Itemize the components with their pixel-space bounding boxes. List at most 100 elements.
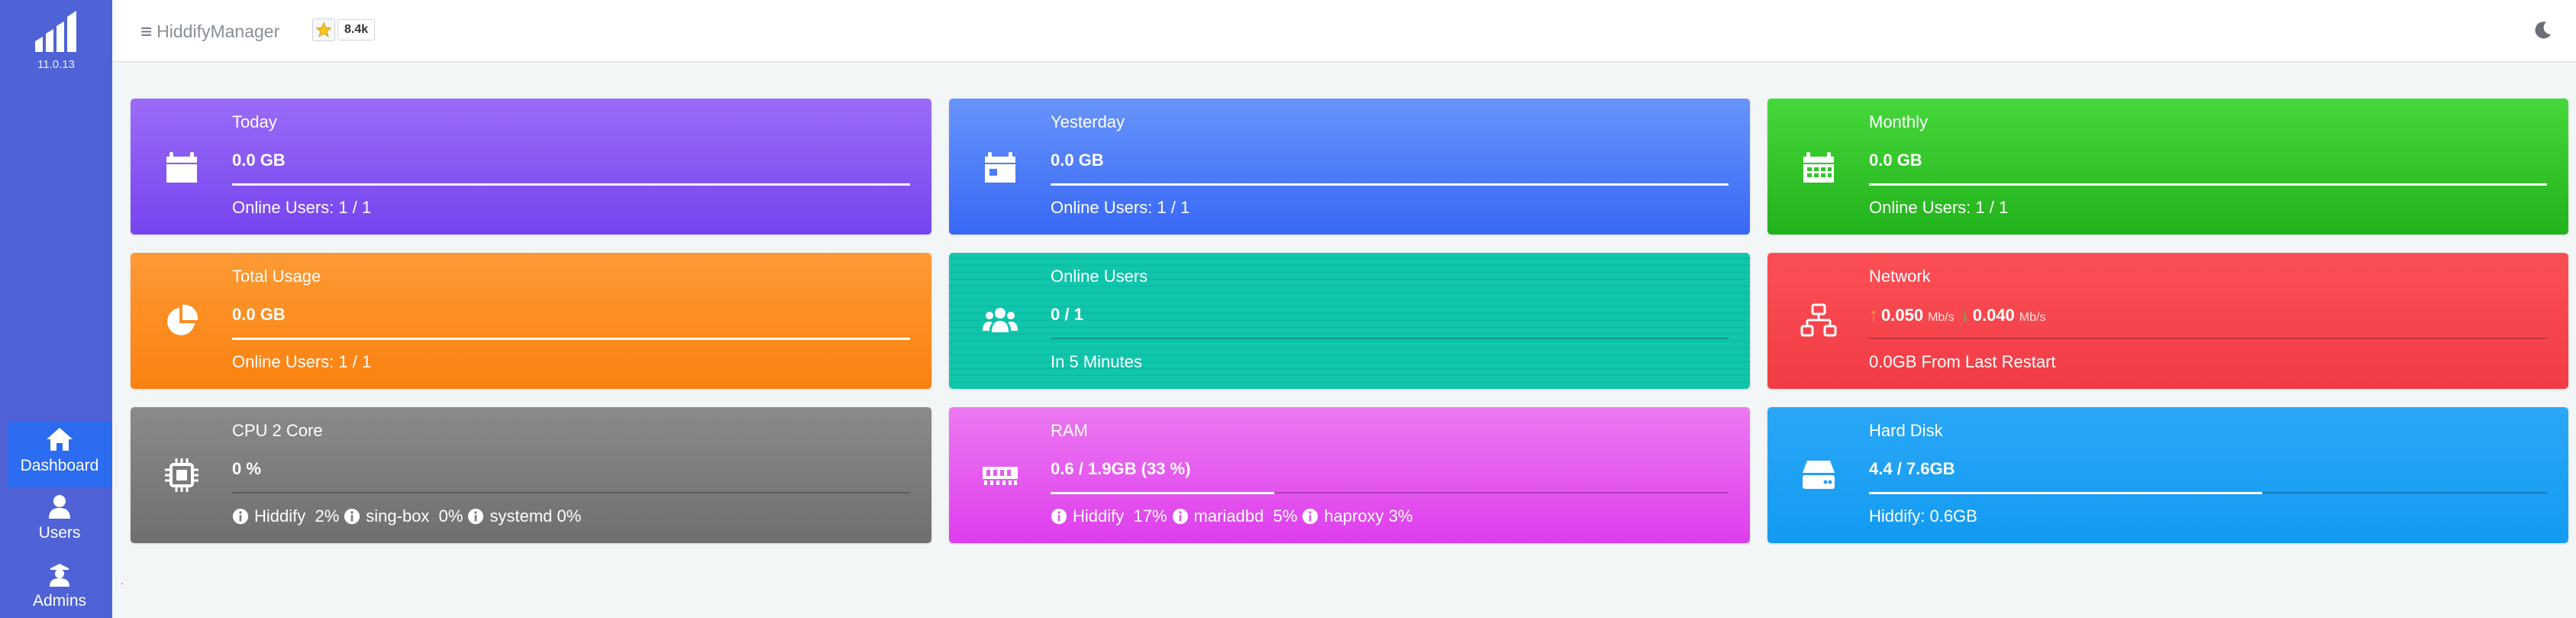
usage-progress-bar [1051,338,1729,339]
process-name: systemd [489,506,553,526]
card-value: 0 % [232,459,261,478]
usage-progress-bar [232,338,910,340]
info-icon [232,508,249,525]
ram-card[interactable]: RAM 0.6 / 1.9GB (33 %) Hiddify 17% maria… [949,407,1750,543]
usage-progress-bar [1869,338,2547,339]
hard-drive-icon [1803,461,1835,489]
card-value: 0.6 / 1.9GB (33 %) [1051,459,1191,478]
process-item: mariadbd 5% [1172,506,1298,526]
info-icon [1051,508,1067,525]
process-item: Hiddify 2% [232,506,339,526]
download-unit: Mb/s [2019,311,2046,324]
usage-progress-bar [1869,492,2547,494]
hamburger-icon[interactable]: ≡ [140,20,152,44]
card-title: Total Usage [232,267,321,286]
usage-progress-bar [1051,492,1729,494]
calendar-icon [985,152,1015,183]
calendar-month-icon [1803,152,1834,183]
process-item: Hiddify 17% [1051,506,1167,526]
monthly-usage-card[interactable]: Monthly 0.0 GB Online Users: 1 / 1 [1767,99,2568,235]
network-icon [1800,303,1837,337]
download-speed: ↓ 0.040 Mb/s [1961,305,2046,326]
card-value: 0.0 GB [1869,150,1922,170]
home-icon [47,428,73,451]
usage-progress-bar [232,492,910,493]
app-version: 11.0.13 [37,58,75,71]
card-footer: Hiddify: 0.6GB [1869,506,1977,526]
cpu-icon [165,458,199,492]
admin-icon [50,564,69,587]
sidebar-item-admins[interactable]: Admins [8,558,111,618]
sidebar-item-label: Users [38,524,81,542]
info-icon [1172,508,1188,525]
card-footer: Online Users: 1 / 1 [1051,198,1190,217]
sidebar-item-users[interactable]: Users [8,490,111,556]
process-usage: 3% [1388,506,1413,526]
process-name: haproxy [1324,506,1384,526]
card-value: 0.0 GB [1051,150,1104,170]
process-item: haproxy 3% [1302,506,1412,526]
usage-progress-bar [1051,183,1729,186]
usage-progress-bar [1869,183,2547,186]
process-item: systemd 0% [467,506,581,526]
process-item: sing-box 0% [344,506,463,526]
card-value: 4.4 / 7.6GB [1869,459,1955,478]
online-users-card[interactable]: Online Users 0 / 1 In 5 Minutes [949,253,1750,389]
card-footer: Online Users: 1 / 1 [232,352,372,371]
card-title: Yesterday [1051,112,1125,131]
sidebar-item-dashboard[interactable]: Dashboard [8,422,111,487]
process-usage: 0% [438,506,463,526]
hard-disk-card[interactable]: Hard Disk 4.4 / 7.6GB Hiddify: 0.6GB [1767,407,2568,543]
process-list: Hiddify 17% mariadbd 5% haproxy 3% [1051,506,1417,526]
sidebar: 11.0.13 Dashboard Users Admins [0,0,112,618]
github-star-badge[interactable]: 8.4k [312,18,376,41]
process-name: Hiddify [254,506,306,526]
card-footer: Online Users: 1 / 1 [232,198,372,217]
yesterday-usage-card[interactable]: Yesterday 0.0 GB Online Users: 1 / 1 [949,99,1750,235]
download-value: 0.040 [1972,306,2015,325]
info-icon [1303,508,1319,525]
process-list: Hiddify 2% sing-box 0% systemd 0% [232,506,586,526]
today-usage-card[interactable]: Today 0.0 GB Online Users: 1 / 1 [131,99,931,235]
card-footer: Online Users: 1 / 1 [1869,198,2009,217]
network-speed: ↑ 0.050 Mb/s ↓ 0.040 Mb/s [1869,305,2051,326]
upload-speed: ↑ 0.050 Mb/s [1869,305,1955,326]
card-title: CPU 2 Core [232,421,323,440]
process-name: sing-box [366,506,430,526]
network-card[interactable]: Network ↑ 0.050 Mb/s ↓ 0.040 Mb/s 0.0GB … [1767,253,2568,389]
upload-unit: Mb/s [1928,311,1955,324]
card-title: RAM [1051,421,1088,440]
footer-mark: . [121,574,124,587]
process-usage: 5% [1273,506,1298,526]
star-button[interactable] [312,18,335,41]
user-icon [49,495,70,519]
hiddify-logo-icon[interactable] [32,6,81,53]
upload-value: 0.050 [1881,306,1924,325]
card-title: Monthly [1869,112,1929,131]
process-usage: 2% [315,506,340,526]
star-count[interactable]: 8.4k [337,19,376,40]
top-bar: ≡ HiddifyManager 8.4k [112,0,2576,63]
brand-name: HiddifyManager [157,21,280,41]
info-icon [344,508,360,525]
info-icon [468,508,484,525]
sidebar-item-label: Admins [32,592,87,610]
card-value: 0.0 GB [232,150,286,170]
cpu-card[interactable]: CPU 2 Core 0 % Hiddify 2% sing-box 0% sy… [131,407,931,543]
total-usage-card[interactable]: Total Usage 0.0 GB Online Users: 1 / 1 [131,253,931,389]
card-title: Today [232,112,277,131]
arrow-up-icon: ↑ [1869,305,1878,325]
users-icon [983,308,1018,332]
star-icon [315,21,332,37]
card-title: Network [1869,267,1931,286]
dark-mode-moon-icon[interactable] [2533,20,2553,40]
card-value: 0 / 1 [1051,305,1083,324]
process-name: Hiddify [1073,506,1125,526]
usage-progress-bar [232,183,910,186]
brand-toggle[interactable]: ≡ HiddifyManager [140,20,279,44]
card-footer: In 5 Minutes [1051,352,1142,371]
sidebar-item-label: Dashboard [20,457,99,474]
card-footer: 0.0GB From Last Restart [1869,352,2056,371]
process-name: mariadbd [1193,506,1264,526]
memory-icon [983,467,1018,485]
